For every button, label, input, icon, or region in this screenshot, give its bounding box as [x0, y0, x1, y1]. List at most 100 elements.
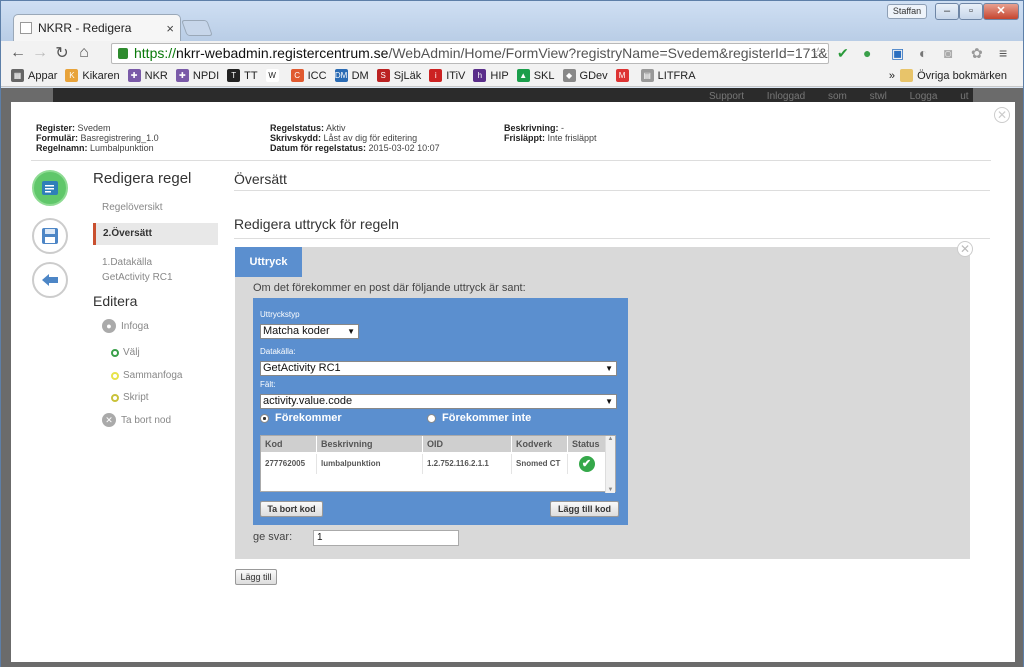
expression-editor: Uttryckstyp Matcha koder ▼ Datakälla: Get… [253, 298, 628, 525]
floppy-disk-icon [42, 228, 58, 244]
edit-heading: Editera [93, 293, 138, 309]
lock-icon [118, 48, 128, 59]
merge-action[interactable]: Sammanfoga [111, 370, 182, 381]
meta-key: Skrivskydd: [270, 133, 322, 143]
nav-datasource[interactable]: 1.Datakälla [102, 257, 152, 268]
main-subtitle: Redigera uttryck för regeln [234, 216, 399, 232]
radio-occurs[interactable]: Förekommer [260, 412, 342, 424]
col-header-code: Kod [261, 436, 317, 452]
radio-not-occurs[interactable]: Förekommer inte [427, 412, 531, 424]
bookmark-item-5[interactable]: W [265, 69, 283, 82]
puzzle-extension-icon[interactable]: ✿ [971, 45, 983, 62]
bookmark-tt[interactable]: T TT [227, 69, 258, 82]
maximize-button[interactable]: ▫ [959, 3, 983, 20]
insert-action[interactable]: ● Infoga [102, 319, 149, 333]
more-bookmarks-button[interactable]: » [889, 70, 895, 82]
expr-type-select[interactable]: Matcha koder ▼ [260, 324, 359, 339]
bookmark-label: Kikaren [82, 69, 120, 82]
bookmark-sjläk[interactable]: S SjLäk [376, 69, 421, 82]
url-scheme: https:// [134, 45, 177, 61]
reload-icon[interactable]: ↻ [51, 43, 73, 63]
meta-line: Regelnamn: Lumbalpunktion [36, 143, 159, 153]
meta-line: Frisläppt: Inte frisläppt [504, 133, 597, 143]
person-icon: ● [102, 319, 116, 333]
bookmarks-bar: ▦ Appar K Kikaren ✚ NKR ✚ NPDI T TT W C ICC DM DM S SjLä… [1, 65, 1023, 87]
main-title: Översätt [234, 171, 287, 187]
back-arrow-icon[interactable]: ← [7, 44, 29, 62]
bookmark-label: LITFRA [657, 69, 696, 82]
datasource-select[interactable]: GetActivity RC1 ▼ [260, 361, 617, 376]
bookmark-skl[interactable]: ▲ SKL [516, 69, 555, 82]
meta-value: Lumbalpunktion [90, 143, 154, 153]
address-bar[interactable]: https://nkrr-webadmin.registercentrum.se… [111, 43, 829, 64]
meta-line: Beskrivning: - [504, 123, 597, 133]
bookmark-star-icon[interactable]: ☆ [812, 44, 825, 63]
table-scrollbar[interactable]: ▲ ▼ [605, 436, 615, 493]
datasource-value: GetActivity RC1 [263, 362, 341, 374]
bookmark-gdev[interactable]: ◆ GDev [562, 69, 608, 82]
checkmark-extension-icon[interactable]: ✔ [837, 45, 849, 62]
bookmark-dm[interactable]: DM DM [334, 69, 369, 82]
meta-key: Frisläppt: [504, 133, 546, 143]
camera-extension-icon[interactable]: ◙ [944, 45, 952, 61]
forward-arrow-icon[interactable]: → [29, 44, 51, 62]
edit-rule-heading: Redigera regel [93, 170, 192, 187]
translate-extension-icon[interactable]: ▣ [891, 45, 904, 62]
bookmark-hip[interactable]: h HIP [473, 69, 509, 82]
meta-value: Svedem [77, 123, 111, 133]
remove-code-button[interactable]: Ta bort kod [260, 501, 323, 517]
bookmark-favicon-icon: DM [334, 69, 348, 82]
meta-value: Låst av dig för editering [323, 133, 418, 143]
tab-close-icon[interactable]: × [166, 21, 174, 36]
new-tab-button[interactable] [181, 20, 213, 36]
back-button[interactable] [32, 262, 68, 298]
dialog-close-icon[interactable]: ✕ [994, 107, 1010, 123]
balloon-extension-icon[interactable]: ● [863, 45, 871, 61]
folder-icon [900, 69, 914, 82]
bookmark-favicon-icon: C [290, 69, 304, 82]
merge-label: Sammanfoga [123, 370, 183, 381]
meta-value: 2015-03-02 10:07 [368, 143, 440, 153]
minimize-button[interactable]: – [935, 3, 959, 20]
close-window-button[interactable]: ✕ [983, 3, 1019, 20]
browser-tab[interactable]: NKRR - Redigera × [13, 14, 181, 41]
col-header-status: Status [568, 436, 606, 452]
bulb-extension-icon[interactable]: ◐ [919, 45, 927, 61]
bookmark-item-13[interactable]: M [615, 69, 633, 82]
field-select[interactable]: activity.value.code ▼ [260, 394, 617, 409]
bookmark-icc[interactable]: C ICC [290, 69, 327, 82]
bookmark-label: GDev [579, 69, 608, 82]
choose-label: Välj [123, 347, 140, 358]
dropdown-arrow-icon: ▼ [605, 397, 613, 406]
tab-expression[interactable]: Uttryck [235, 247, 302, 277]
meta-value: Basregistrering_1.0 [80, 133, 159, 143]
add-button[interactable]: Lägg till [235, 569, 277, 585]
nav-rule-overview[interactable]: Regelöversikt [102, 202, 163, 213]
profile-button[interactable]: Staffan [887, 4, 927, 19]
nav-datasource-name[interactable]: GetActivity RC1 [102, 272, 173, 283]
menu-icon[interactable]: ≡ [999, 45, 1007, 61]
bookmark-itiv[interactable]: i ITiV [429, 69, 465, 82]
answer-input[interactable]: 1 [313, 530, 459, 546]
bookmark-favicon-icon: h [473, 69, 487, 82]
nav-translate[interactable]: 2.Översätt [93, 223, 218, 245]
add-code-button[interactable]: Lägg till kod [550, 501, 619, 517]
olive-dot-icon [111, 393, 119, 402]
choose-action[interactable]: Välj [111, 347, 140, 358]
bookmark-npdi[interactable]: ✚ NPDI [175, 69, 219, 82]
save-button[interactable] [32, 218, 68, 254]
home-icon[interactable]: ⌂ [73, 44, 95, 62]
bookmark-appar[interactable]: ▦ Appar [11, 69, 57, 82]
scroll-down-icon[interactable]: ▼ [606, 487, 615, 493]
bookmark-nkr[interactable]: ✚ NKR [127, 69, 168, 82]
divider [234, 190, 990, 191]
edit-step-button[interactable] [32, 170, 68, 206]
scroll-up-icon[interactable]: ▲ [606, 436, 615, 442]
bookmark-favicon-icon: ▦ [11, 69, 24, 82]
bookmark-litfra[interactable]: ▤ LITFRA [640, 69, 696, 82]
bookmark-kikaren[interactable]: K Kikaren [65, 69, 120, 82]
remove-node-action[interactable]: ✕ Ta bort nod [102, 413, 171, 427]
script-action[interactable]: Skript [111, 392, 149, 403]
panel-close-icon[interactable]: ✕ [957, 241, 973, 257]
other-bookmarks-folder[interactable]: Övriga bokmärken [900, 69, 1007, 82]
